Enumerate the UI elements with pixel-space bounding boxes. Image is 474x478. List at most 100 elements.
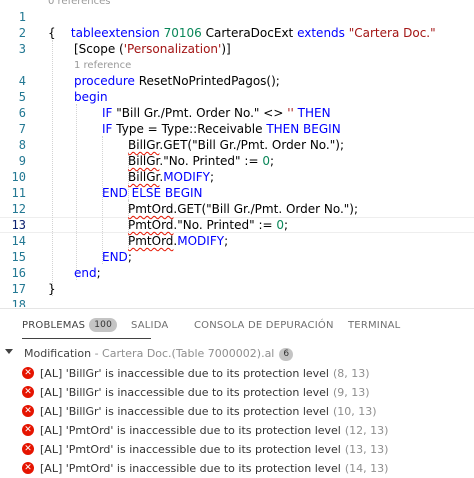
semicolon: ; [269, 154, 275, 168]
field-name: "Bill Gr./Pmt. Order No." [116, 106, 260, 120]
number-literal: 70106 [163, 26, 202, 40]
tab-problems[interactable]: PROBLEMAS 100 [22, 309, 151, 343]
semicolon: ; [96, 266, 101, 280]
tab-terminal[interactable]: TERMINAL [348, 309, 400, 343]
line-number: 13 [11, 218, 26, 232]
line-number-gutter: 1 2 3 4 5 6 7 8 9 10 11 12 13 14 15 16 1… [0, 0, 30, 307]
problem-location: (10, 13) [332, 405, 377, 418]
tab-output[interactable]: SALIDA [131, 309, 168, 343]
keyword: begin [74, 90, 108, 104]
code-line-12: END ELSE BEGIN [102, 185, 203, 201]
line-number: 11 [11, 186, 26, 200]
code-lens-references[interactable]: 1 reference [74, 59, 131, 73]
problem-file-group[interactable]: Modification - Cartera Doc.(Table 700000… [0, 344, 474, 364]
panel-tabs: PROBLEMAS 100 SALIDA CONSOLA DE DEPURACIÓ… [0, 309, 474, 343]
error-icon: ✕ [22, 462, 34, 474]
line-number: 2 [18, 26, 26, 40]
problem-location: (12, 13) [344, 424, 389, 437]
line-number: 10 [11, 170, 26, 184]
semicolon: ; [224, 234, 229, 248]
line-number: 1 [18, 10, 26, 24]
code-line-1: tableextension 70106 CarteraDocExt exten… [48, 9, 436, 40]
code-area[interactable]: 0 references tableextension 70106 Carter… [48, 0, 474, 307]
keyword: procedure [74, 74, 135, 88]
chevron-down-icon[interactable] [5, 349, 13, 354]
error-identifier: BillGr [128, 154, 160, 168]
tab-debug-console[interactable]: CONSOLA DE DEPURACIÓN [194, 309, 334, 343]
line-number: 5 [18, 90, 26, 104]
code-line-13: PmtOrd.GET("Bill Gr./Pmt. Order No."); [128, 201, 358, 217]
identifier: ResetNoPrintedPagos(); [138, 74, 280, 88]
identifier: Type [161, 122, 190, 136]
problem-location: (9, 13) [332, 386, 370, 399]
operator: := [244, 154, 259, 168]
problem-message: [AL] 'BillGr' is inaccessible due to its… [40, 402, 377, 421]
semicolon: ; [127, 250, 132, 264]
error-icon: ✕ [22, 386, 34, 398]
error-identifier: BillGr [128, 138, 160, 152]
tab-label: CONSOLA DE DEPURACIÓN [194, 320, 334, 331]
tab-label: PROBLEMAS [22, 320, 86, 331]
error-identifier: PmtOrd [128, 218, 174, 232]
line-number: 16 [11, 266, 26, 280]
code-line-5: procedure ResetNoPrintedPagos(); [74, 73, 280, 89]
code-line-8: IF Type = Type::Receivable THEN BEGIN [102, 121, 341, 137]
error-icon: ✕ [22, 367, 34, 379]
code-line-3: [Scope ('Personalization')] [74, 41, 231, 57]
number-literal: 0 [262, 154, 270, 168]
line-number: 8 [18, 138, 26, 152]
line-number: 7 [18, 122, 26, 136]
code-line-18: } [48, 281, 56, 297]
method-call: .GET("Bill Gr./Pmt. Order No."); [159, 138, 344, 152]
error-identifier: PmtOrd [128, 234, 174, 248]
problem-item[interactable]: ✕ [AL] 'BillGr' is inaccessible due to i… [0, 383, 474, 402]
operator: <> [263, 106, 284, 120]
keyword: MODIFY [163, 170, 211, 184]
keyword: END [102, 250, 128, 264]
error-identifier: PmtOrd [128, 202, 174, 216]
keyword: THEN BEGIN [266, 122, 341, 136]
keyword: extends [297, 26, 345, 40]
line-number: 6 [18, 106, 26, 120]
message-text: [AL] 'BillGr' is inaccessible due to its… [40, 405, 329, 418]
file-path: - Cartera Doc.(Table 7000002).al [94, 347, 275, 360]
message-text: [AL] 'BillGr' is inaccessible due to its… [40, 367, 329, 380]
line-number: 4 [18, 74, 26, 88]
attribute-close: )] [221, 42, 231, 56]
message-text: [AL] 'PmtOrd' is inaccessible due to its… [40, 424, 341, 437]
keyword: IF [102, 122, 113, 136]
problem-message: [AL] 'PmtOrd' is inaccessible due to its… [40, 421, 388, 440]
keyword: MODIFY [177, 234, 225, 248]
line-number: 17 [11, 282, 26, 296]
keyword: tableextension [70, 26, 160, 40]
message-text: [AL] 'BillGr' is inaccessible due to its… [40, 386, 329, 399]
brace: } [48, 282, 56, 296]
code-editor[interactable]: 1 2 3 4 5 6 7 8 9 10 11 12 13 14 15 16 1… [0, 0, 474, 307]
string-literal: 'Personalization' [123, 42, 222, 56]
line-number: 15 [11, 250, 26, 264]
attribute-open: [Scope ( [74, 42, 124, 56]
operator: = [147, 122, 158, 136]
code-line-11: BillGr.MODIFY; [128, 169, 214, 185]
field-name: ."No. Printed" [173, 218, 255, 232]
code-line-15: PmtOrd.MODIFY; [128, 233, 228, 249]
problem-item[interactable]: ✕ [AL] 'BillGr' is inaccessible due to i… [0, 402, 474, 421]
keyword: END ELSE BEGIN [102, 186, 203, 200]
error-icon: ✕ [22, 424, 34, 436]
line-number: 14 [11, 234, 26, 248]
problem-item[interactable]: ✕ [AL] 'PmtOrd' is inaccessible due to i… [0, 459, 474, 478]
problem-location: (8, 13) [332, 367, 370, 380]
line-number: 3 [18, 42, 26, 56]
operator: := [258, 218, 273, 232]
problem-item[interactable]: ✕ [AL] 'BillGr' is inaccessible due to i… [0, 364, 474, 383]
keyword: end [74, 266, 97, 280]
indent-guide [76, 104, 77, 280]
string-literal: '' [287, 106, 294, 120]
line-number: 18 [11, 298, 26, 307]
problem-item[interactable]: ✕ [AL] 'PmtOrd' is inaccessible due to i… [0, 440, 474, 459]
code-line-17: end; [74, 265, 101, 281]
code-lens-references[interactable]: 0 references [48, 0, 111, 9]
keyword: IF [102, 106, 113, 120]
code-line-16: END; [102, 249, 132, 265]
problem-item[interactable]: ✕ [AL] 'PmtOrd' is inaccessible due to i… [0, 421, 474, 440]
